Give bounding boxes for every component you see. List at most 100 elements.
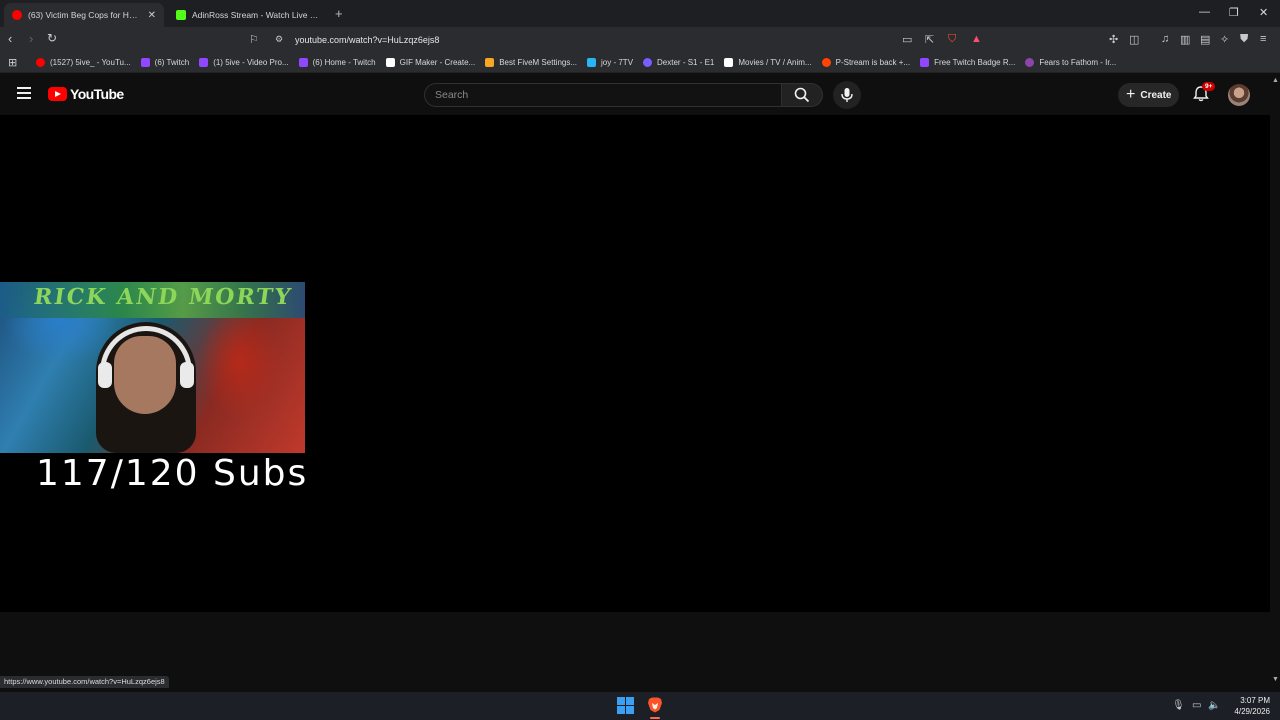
notification-count-badge: 9+ [1202, 82, 1216, 91]
youtube-masthead: YouTube + Create 9+ [0, 75, 1270, 115]
youtube-play-icon [48, 87, 67, 101]
7tv-icon [587, 58, 597, 67]
bookmark-item[interactable]: Movies / TV / Anim... [724, 58, 812, 67]
brave-rewards-icon[interactable]: ▲ [971, 33, 982, 45]
share-icon[interactable]: ⇱ [925, 33, 934, 46]
kick-favicon-icon [176, 10, 186, 20]
bookmark-item[interactable]: GIF Maker - Create... [385, 58, 475, 67]
bookmark-item[interactable]: (1) 5ive - Video Pro... [199, 58, 289, 67]
webcam-overlay: RICK AND MORTY [0, 282, 305, 453]
bookmark-label: Dexter - S1 - E1 [657, 58, 715, 67]
leo-ai-icon[interactable]: ✧ [1220, 33, 1229, 46]
wallet-icon[interactable]: ▤ [1200, 33, 1210, 46]
bookmark-item[interactable]: Dexter - S1 - E1 [643, 58, 714, 67]
browser-toolbar: ‹ › ↻ ⚐ ⚙ youtube.com/watch?v=HuLzqz6ejs… [0, 27, 1280, 53]
bookmark-item[interactable]: Fears to Fathom - Ir... [1025, 58, 1116, 67]
cast-icon[interactable]: ▭ [902, 33, 912, 46]
sidebar-icon[interactable]: ▥ [1180, 33, 1190, 46]
user-avatar[interactable] [1228, 84, 1250, 106]
bookmark-item[interactable]: P-Stream is back +... [821, 58, 911, 67]
bookmark-label: P-Stream is back +... [835, 58, 911, 67]
streamer-figure [86, 322, 206, 453]
youtube-logo[interactable]: YouTube [48, 86, 124, 102]
create-button[interactable]: + Create [1118, 83, 1179, 107]
forward-arrow-icon[interactable]: › [29, 31, 33, 46]
search-button[interactable] [781, 83, 823, 107]
streaming-site-icon [643, 58, 653, 67]
bookmark-item[interactable]: Free Twitch Badge R... [920, 58, 1015, 67]
video-player[interactable]: RICK AND MORTY 117/120 Subs [0, 115, 1270, 612]
search-box [424, 83, 782, 107]
youtube-icon [36, 58, 45, 67]
brave-browser-taskbar-icon[interactable] [646, 696, 664, 719]
voice-search-button[interactable] [833, 81, 861, 109]
windows-taskbar: 🎙 ▭ 🔈 3:07 PM 4/29/2026 [0, 692, 1280, 720]
bookmark-item[interactable]: (6) Home - Twitch [298, 58, 376, 67]
hamburger-menu-icon[interactable] [17, 87, 31, 99]
document-icon [385, 58, 395, 67]
media-icon[interactable]: ♫ [1161, 33, 1169, 45]
address-bar[interactable]: ⚙ youtube.com/watch?v=HuLzqz6ejs8 [270, 30, 990, 50]
site-info-icon[interactable]: ⚙ [275, 34, 283, 45]
close-window-button[interactable]: ✕ [1259, 6, 1268, 19]
bookmark-label: Best FiveM Settings... [499, 58, 578, 67]
microphone-tray-icon[interactable]: 🎙 [1172, 700, 1185, 711]
tab-title: AdinRoss Stream - Watch Live on Kic [192, 10, 320, 20]
brave-shields-icon[interactable]: ⛉ [948, 33, 956, 46]
bookmark-label: Free Twitch Badge R... [934, 58, 1016, 67]
microphone-icon [841, 88, 853, 102]
bookmark-label: joy - 7TV [601, 58, 634, 67]
restore-button[interactable]: ❐ [1229, 6, 1239, 19]
search-icon [794, 87, 810, 103]
tab-strip: (63) Victim Beg Cops for Help At ✕ AdinR… [0, 0, 1280, 27]
tab-title: (63) Victim Beg Cops for Help At [28, 10, 142, 20]
menu-icon[interactable]: ≡ [1260, 33, 1266, 45]
bookmark-label: Movies / TV / Anim... [738, 58, 812, 67]
browser-window: (63) Victim Beg Cops for Help At ✕ AdinR… [0, 0, 1280, 692]
tab-kick[interactable]: AdinRoss Stream - Watch Live on Kic [168, 3, 328, 27]
scroll-up-arrow-icon[interactable]: ▲ [1272, 77, 1279, 84]
bookmark-icon[interactable]: ⚐ [249, 33, 259, 46]
bookmark-label: (1527) 5ive_ - YouTu... [50, 58, 131, 67]
url-text: youtube.com/watch?v=HuLzqz6ejs8 [295, 35, 440, 45]
network-tray-icon[interactable]: ▭ [1192, 700, 1201, 711]
create-label: Create [1140, 89, 1172, 101]
link-status-bar: https://www.youtube.com/watch?v=HuLzqz6e… [0, 676, 169, 688]
bookmark-label: Fears to Fathom - Ir... [1039, 58, 1117, 67]
page-scrollbar[interactable]: ▲ ▼ [1270, 75, 1280, 692]
volume-tray-icon[interactable]: 🔈 [1208, 700, 1220, 711]
reload-icon[interactable]: ↻ [47, 31, 57, 45]
twitch-icon [298, 58, 308, 67]
bookmark-item[interactable]: joy - 7TV [587, 58, 633, 67]
bookmark-item[interactable]: (6) Twitch [140, 58, 190, 67]
bookmark-label: (1) 5ive - Video Pro... [213, 58, 289, 67]
fivem-icon [485, 58, 495, 67]
back-arrow-icon[interactable]: ‹ [8, 31, 12, 46]
scroll-down-arrow-icon[interactable]: ▼ [1272, 676, 1279, 683]
youtube-logo-text: YouTube [70, 86, 124, 102]
bookmarks-bar: ⊞ (1527) 5ive_ - YouTu... (6) Twitch (1)… [0, 53, 1280, 73]
search-input[interactable] [425, 84, 781, 106]
clock-time: 3:07 PM [1240, 696, 1270, 705]
extensions-icon[interactable]: ✣ [1109, 33, 1118, 46]
system-clock[interactable]: 3:07 PM 4/29/2026 [1226, 695, 1270, 717]
game-icon [1025, 58, 1035, 67]
twitch-icon [920, 58, 930, 67]
windows-start-icon[interactable] [617, 697, 634, 714]
close-tab-icon[interactable]: ✕ [148, 10, 156, 21]
bookmark-item[interactable]: (1527) 5ive_ - YouTu... [36, 58, 131, 67]
sub-goal-text: 117/120 Subs [36, 453, 309, 494]
bookmark-item[interactable]: Best FiveM Settings... [485, 58, 577, 67]
screenshot-icon[interactable]: ◫ [1129, 33, 1139, 46]
apps-grid-icon[interactable]: ⊞ [8, 57, 20, 69]
tab-youtube[interactable]: (63) Victim Beg Cops for Help At ✕ [4, 3, 164, 27]
reddit-icon [821, 58, 831, 67]
vpn-icon[interactable]: ⛊ [1240, 33, 1248, 46]
play-icon [724, 58, 734, 67]
poster-banner-text: RICK AND MORTY [32, 284, 295, 310]
clock-date: 4/29/2026 [1234, 707, 1270, 716]
bookmark-label: (6) Twitch [154, 58, 190, 67]
twitch-icon [140, 58, 150, 67]
new-tab-button[interactable]: + [335, 6, 343, 21]
minimize-button[interactable]: — [1199, 6, 1210, 18]
